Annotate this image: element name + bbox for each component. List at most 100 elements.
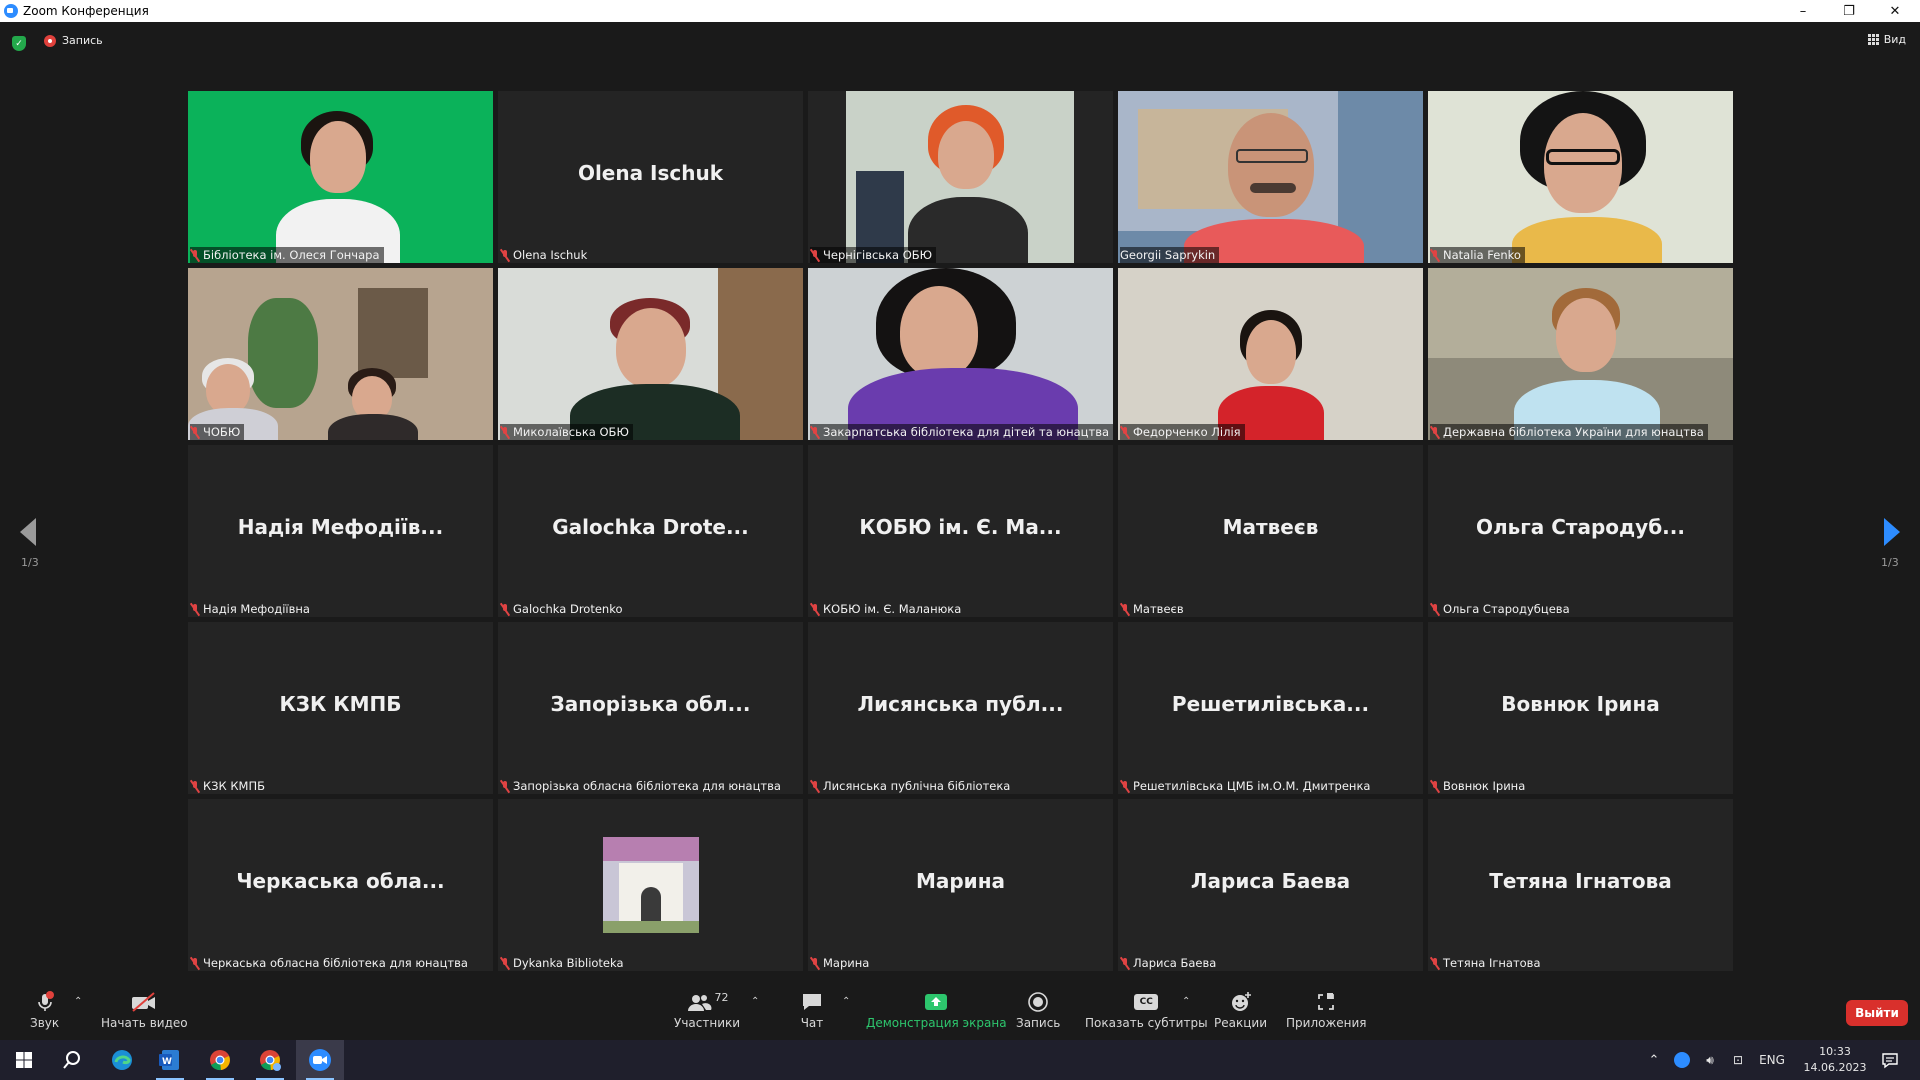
participant-name-label: Natalia Fenko — [1430, 247, 1525, 263]
participant-tile[interactable]: Решетилівська... Решетилівська ЦМБ ім.О.… — [1118, 622, 1423, 794]
captions-options-caret-icon[interactable]: ⌃ — [1182, 996, 1190, 1007]
participant-video — [188, 268, 493, 440]
tray-overflow-chevron-icon[interactable]: ⌃ — [1640, 1053, 1668, 1068]
muted-mic-icon — [1120, 780, 1130, 793]
muted-mic-icon — [1120, 426, 1130, 439]
muted-mic-icon — [190, 780, 200, 793]
previous-page-arrow-icon[interactable] — [20, 518, 36, 546]
record-button[interactable]: Запись — [1016, 990, 1060, 1030]
participant-tile[interactable]: Чернігівська ОБЮ — [808, 91, 1113, 263]
word-app-icon[interactable]: W — [146, 1040, 194, 1080]
muted-mic-icon — [810, 957, 820, 970]
minimize-button[interactable]: – — [1780, 0, 1826, 22]
restore-button[interactable]: ❐ — [1826, 0, 1872, 22]
reactions-button[interactable]: Реакции — [1214, 990, 1267, 1030]
participant-tile[interactable]: Надія Мефодіїв... Надія Мефодіївна — [188, 445, 493, 617]
system-tray: ⌃ 🔊︎ ⊡ ENG — [1640, 1040, 1792, 1080]
participant-name-label: ЧОБЮ — [190, 424, 245, 440]
close-button[interactable]: ✕ — [1872, 0, 1918, 22]
participants-count: 72 — [714, 990, 729, 1004]
participant-name-label: Olena Ischuk — [500, 247, 591, 263]
participant-name-label: Тетяна Ігнатова — [1430, 955, 1545, 971]
participant-tile[interactable]: КОБЮ ім. Є. Ма... КОБЮ ім. Є. Маланюка — [808, 445, 1113, 617]
chrome-icon[interactable] — [196, 1040, 244, 1080]
participant-tile[interactable]: Марина Марина — [808, 799, 1113, 971]
participants-options-caret-icon[interactable]: ⌃ — [751, 996, 759, 1007]
window-title: Zoom Конференция — [23, 4, 149, 18]
participant-tile[interactable]: Лариса Баева Лариса Баева — [1118, 799, 1423, 971]
participant-name-label: Черкаська обласна бібліотека для юнацтва — [190, 955, 472, 971]
volume-icon[interactable]: 🔊︎ — [1696, 1053, 1724, 1068]
participant-tile[interactable]: Galochka Drote... Galochka Drotenko — [498, 445, 803, 617]
muted-mic-icon — [1120, 957, 1130, 970]
record-label: Запись — [1016, 1016, 1061, 1030]
start-video-button[interactable]: Начать видео — [101, 990, 188, 1030]
network-icon[interactable]: ⊡ — [1724, 1053, 1752, 1067]
windows-start-icon[interactable] — [0, 1040, 48, 1080]
participant-tile[interactable]: Natalia Fenko — [1428, 91, 1733, 263]
muted-mic-icon — [190, 957, 200, 970]
participant-video — [498, 268, 803, 440]
smiley-plus-icon — [1229, 990, 1253, 1014]
participant-name-label: Державна бібліотека України для юнацтва — [1430, 424, 1708, 440]
participant-video — [1118, 268, 1423, 440]
search-icon[interactable] — [48, 1040, 96, 1080]
participant-tile[interactable]: Ольга Стародуб... Ольга Стародубцева — [1428, 445, 1733, 617]
participant-tile[interactable]: Державна бібліотека України для юнацтва — [1428, 268, 1733, 440]
audio-options-caret-icon[interactable]: ⌃ — [74, 996, 82, 1007]
recording-indicator[interactable]: Запись — [44, 34, 103, 47]
participant-tile[interactable]: Dykanka Biblioteka — [498, 799, 803, 971]
participant-tile[interactable]: Черкаська обла... Черкаська обласна бібл… — [188, 799, 493, 971]
muted-mic-icon — [1430, 780, 1440, 793]
participant-name-label: Закарпатська бібліотека для дітей та юна… — [810, 424, 1113, 440]
participant-name-label: Бібліотека ім. Олеся Гончара — [190, 247, 384, 263]
page-indicator-right: 1/3 — [1881, 556, 1899, 569]
chrome-profile-icon[interactable] — [246, 1040, 294, 1080]
participant-tile-active-speaker[interactable]: Georgii Saprykin — [1118, 91, 1423, 263]
participant-tile[interactable]: Лисянська публ... Лисянська публічна біб… — [808, 622, 1113, 794]
taskbar-clock[interactable]: 10:33 14.06.2023 — [1800, 1044, 1870, 1076]
muted-mic-icon — [1430, 957, 1440, 970]
apps-label: Приложения — [1286, 1016, 1367, 1030]
zoom-app-icon[interactable] — [296, 1040, 344, 1080]
participant-name-label: Надія Мефодіївна — [190, 601, 314, 617]
muted-mic-icon — [190, 426, 200, 439]
participant-tile[interactable]: Матвеєв Матвеєв — [1118, 445, 1423, 617]
muted-mic-icon — [500, 249, 510, 262]
participant-video — [1428, 268, 1733, 440]
shield-check-icon[interactable]: ✓ — [12, 36, 26, 51]
participant-tile[interactable]: ЧОБЮ — [188, 268, 493, 440]
muted-mic-icon — [190, 603, 200, 616]
participant-tile[interactable]: Тетяна Ігнатова Тетяна Ігнатова — [1428, 799, 1733, 971]
audio-button[interactable]: Звук — [30, 990, 59, 1030]
participants-button[interactable]: 72 Участники — [674, 990, 740, 1031]
muted-mic-icon — [810, 603, 820, 616]
participant-tile[interactable]: Olena Ischuk Olena Ischuk — [498, 91, 803, 263]
participant-tile[interactable]: Федорченко Лілія — [1118, 268, 1423, 440]
view-button[interactable]: Вид — [1867, 33, 1906, 46]
participant-name-label: Чернігівська ОБЮ — [810, 247, 937, 263]
participants-icon-wrap: 72 — [686, 990, 729, 1014]
apps-button[interactable]: Приложения — [1286, 990, 1367, 1030]
participant-tile[interactable]: Бібліотека ім. Олеся Гончара — [188, 91, 493, 263]
next-page-arrow-icon[interactable] — [1884, 518, 1900, 546]
chat-options-caret-icon[interactable]: ⌃ — [842, 996, 850, 1007]
page-indicator-left: 1/3 — [21, 556, 39, 569]
share-screen-button[interactable]: Демонстрация экрана — [866, 990, 1007, 1030]
reactions-label: Реакции — [1214, 1016, 1267, 1030]
leave-meeting-button[interactable]: Выйти — [1846, 1000, 1908, 1026]
input-language-indicator[interactable]: ENG — [1752, 1053, 1792, 1067]
edge-browser-icon[interactable] — [98, 1040, 146, 1080]
participant-tile[interactable]: Закарпатська бібліотека для дітей та юна… — [808, 268, 1113, 440]
zoom-tray-icon[interactable] — [1668, 1052, 1696, 1068]
participant-display-name: КЗК КМПБ — [279, 692, 402, 716]
start-video-label: Начать видео — [101, 1016, 188, 1030]
chat-button[interactable]: Чат — [800, 990, 824, 1030]
grid-icon — [1867, 34, 1879, 45]
participant-tile[interactable]: КЗК КМПБ КЗК КМПБ — [188, 622, 493, 794]
participant-tile[interactable]: Запорізька обл... Запорізька обласна біб… — [498, 622, 803, 794]
participant-tile[interactable]: Вовнюк Ірина Вовнюк Ірина — [1428, 622, 1733, 794]
participant-tile[interactable]: Миколаївська ОБЮ — [498, 268, 803, 440]
participant-display-name: Вовнюк Ірина — [1501, 692, 1660, 716]
notifications-icon[interactable] — [1866, 1040, 1914, 1080]
